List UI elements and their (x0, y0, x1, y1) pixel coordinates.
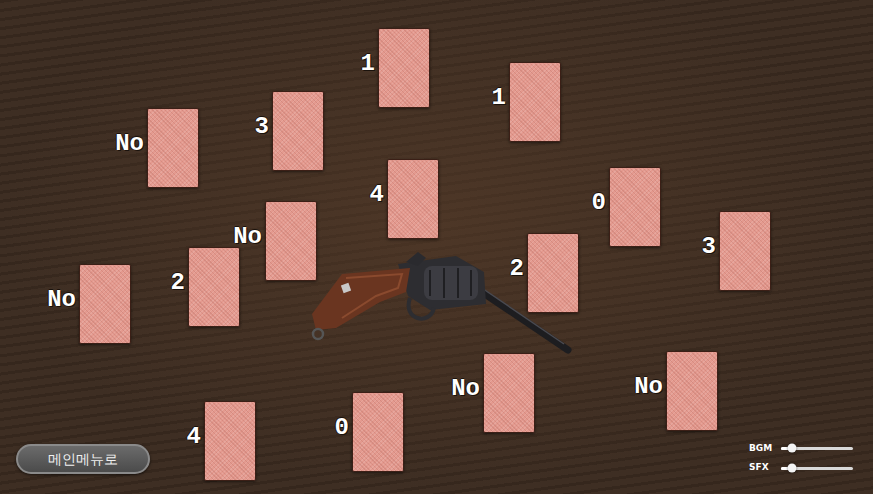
card-label: No (115, 132, 144, 156)
volume-slider: SFX (749, 462, 853, 474)
slider-label: SFX (749, 462, 773, 474)
face-down-card[interactable] (188, 247, 240, 327)
face-down-card[interactable] (265, 201, 317, 281)
card-label: No (634, 375, 663, 399)
face-down-card[interactable] (204, 401, 256, 481)
card-label: 3 (255, 115, 269, 139)
slider-label: BGM (749, 443, 773, 455)
face-down-card[interactable] (483, 353, 535, 433)
face-down-card[interactable] (509, 62, 561, 142)
card-label: No (451, 377, 480, 401)
card-label: 4 (370, 183, 384, 207)
card-label: 3 (702, 235, 716, 259)
card-label: No (233, 225, 262, 249)
card-table: 1 1 No 3 4 0 3 No 2 2 No No No 4 0 메인메뉴로 BGM SFX (0, 0, 873, 494)
card-label: 1 (361, 52, 375, 76)
card-label: 2 (510, 257, 524, 281)
card-label: 2 (171, 271, 185, 295)
slider-track[interactable] (781, 447, 853, 450)
slider-knob[interactable] (787, 464, 796, 473)
main-menu-button[interactable]: 메인메뉴로 (16, 444, 150, 474)
card-label: 0 (335, 416, 349, 440)
face-down-card[interactable] (719, 211, 771, 291)
face-down-card[interactable] (147, 108, 199, 188)
card-label: 1 (492, 86, 506, 110)
face-down-card[interactable] (352, 392, 404, 472)
slider-knob[interactable] (787, 444, 796, 453)
face-down-card[interactable] (609, 167, 661, 247)
face-down-card[interactable] (378, 28, 430, 108)
revolver-icon (306, 248, 574, 356)
face-down-card[interactable] (527, 233, 579, 313)
face-down-card[interactable] (666, 351, 718, 431)
footer-bar: 메인메뉴로 BGM SFX (16, 443, 853, 474)
volume-panel: BGM SFX (749, 443, 853, 474)
face-down-card[interactable] (387, 159, 439, 239)
card-label: 4 (187, 425, 201, 449)
card-label: 0 (592, 191, 606, 215)
volume-slider: BGM (749, 443, 853, 455)
card-label: No (47, 288, 76, 312)
face-down-card[interactable] (272, 91, 324, 171)
slider-track[interactable] (781, 467, 853, 470)
face-down-card[interactable] (79, 264, 131, 344)
